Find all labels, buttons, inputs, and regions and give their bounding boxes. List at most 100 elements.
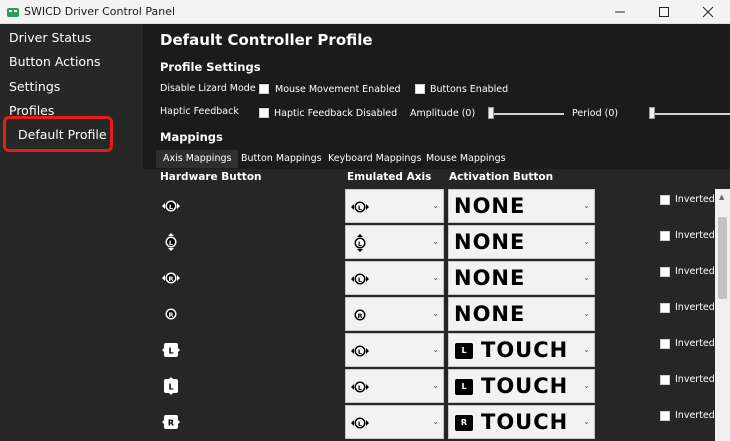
minimize-icon: [615, 11, 625, 13]
chevron-down-icon: ⌄: [583, 237, 590, 246]
title-bar: SWICD Driver Control Panel: [0, 0, 730, 24]
svg-text:R: R: [168, 275, 173, 283]
sidebar-item-default-profile[interactable]: Default Profile: [18, 127, 107, 142]
main-panel: Default Controller Profile Profile Setti…: [143, 24, 730, 441]
tab-axis-mappings[interactable]: Axis Mappings: [156, 150, 239, 168]
haptic-feedback-label: Haptic Feedback: [160, 106, 239, 117]
scroll-up-icon[interactable]: ▲: [719, 193, 724, 201]
left-stick-horizontal-icon: L: [350, 269, 370, 289]
maximize-icon: [659, 7, 669, 17]
scroll-thumb[interactable]: [718, 217, 727, 299]
chevron-down-icon: ⌄: [432, 309, 439, 318]
inverted-label: Inverted: [675, 266, 715, 277]
sidebar: Driver Status Button Actions Settings Pr…: [0, 24, 143, 441]
inverted-label: Inverted: [675, 302, 715, 313]
chevron-down-icon: ⌄: [432, 345, 439, 354]
emulated-axis-dropdown[interactable]: L ⌄: [345, 333, 444, 367]
trackpad-badge-icon: L: [455, 379, 473, 395]
activation-value: NONE: [454, 230, 526, 254]
trackpad-badge-icon: R: [455, 415, 473, 431]
activation-button-dropdown[interactable]: NONE ⌄: [448, 189, 595, 223]
emulated-axis-dropdown[interactable]: L ⌄: [345, 189, 444, 223]
haptic-disabled-checkbox[interactable]: [259, 108, 269, 118]
svg-text:L: L: [358, 204, 362, 212]
activation-button-header: Activation Button: [449, 171, 554, 183]
emulated-axis-dropdown[interactable]: L ⌄: [345, 405, 444, 439]
mouse-movement-checkbox[interactable]: [259, 84, 269, 94]
activation-value: NONE: [454, 194, 526, 218]
inverted-checkbox[interactable]: [660, 231, 670, 241]
activation-button-dropdown[interactable]: NONE ⌄: [448, 261, 595, 295]
amplitude-slider-thumb[interactable]: [488, 107, 494, 119]
activation-value: TOUCH: [481, 338, 569, 362]
inverted-checkbox[interactable]: [660, 303, 670, 313]
emulated-axis-dropdown[interactable]: L ⌄: [345, 369, 444, 403]
disable-lizard-label: Disable Lizard Mode: [160, 83, 256, 94]
minimize-button[interactable]: [598, 0, 642, 24]
left-stick-vertical-icon: L: [161, 232, 181, 252]
svg-text:R: R: [357, 312, 362, 320]
sidebar-item-settings[interactable]: Settings: [9, 79, 60, 94]
chevron-down-icon: ⌄: [432, 417, 439, 426]
tab-keyboard-mappings[interactable]: Keyboard Mappings: [321, 150, 428, 168]
emulated-axis-dropdown[interactable]: L ⌄: [345, 261, 444, 295]
inverted-checkbox[interactable]: [660, 411, 670, 421]
chevron-down-icon: ⌄: [583, 273, 590, 282]
window-title: SWICD Driver Control Panel: [24, 5, 176, 18]
chevron-down-icon: ⌄: [583, 417, 590, 426]
chevron-down-icon: ⌄: [432, 237, 439, 246]
chevron-down-icon: ⌄: [432, 381, 439, 390]
maximize-button[interactable]: [642, 0, 686, 24]
activation-button-dropdown[interactable]: L TOUCH ⌄: [448, 333, 595, 367]
table-row: R L ⌄ R TOUCH ⌄ Inverted: [143, 405, 730, 441]
chevron-down-icon: ⌄: [583, 309, 590, 318]
buttons-enabled-label: Buttons Enabled: [430, 84, 509, 95]
axis-mapping-grid: Hardware Button Emulated Axis Activation…: [143, 169, 730, 441]
inverted-label: Inverted: [675, 410, 715, 421]
amplitude-slider-track: [488, 113, 564, 115]
inverted-checkbox[interactable]: [660, 195, 670, 205]
left-trackpad-horizontal-icon: L: [161, 340, 181, 360]
scrollbar[interactable]: ▲: [715, 189, 730, 441]
svg-text:L: L: [358, 276, 362, 284]
period-slider-track: [649, 113, 730, 115]
svg-text:L: L: [358, 240, 362, 248]
table-row: R R ⌄ NONE ⌄ Inverted: [143, 297, 730, 333]
buttons-enabled-checkbox[interactable]: [415, 84, 425, 94]
tab-mouse-mappings[interactable]: Mouse Mappings: [419, 150, 513, 168]
sidebar-item-button-actions[interactable]: Button Actions: [9, 54, 101, 69]
svg-text:L: L: [358, 348, 362, 356]
inverted-label: Inverted: [675, 338, 715, 349]
chevron-down-icon: ⌄: [583, 381, 590, 390]
activation-button-dropdown[interactable]: L TOUCH ⌄: [448, 369, 595, 403]
inverted-label: Inverted: [675, 374, 715, 385]
activation-button-dropdown[interactable]: NONE ⌄: [448, 297, 595, 331]
svg-text:L: L: [168, 347, 173, 356]
left-stick-vertical-icon: L: [350, 233, 370, 253]
emulated-axis-dropdown[interactable]: L ⌄: [345, 225, 444, 259]
emulated-axis-header: Emulated Axis: [347, 171, 432, 183]
emulated-axis-dropdown[interactable]: R ⌄: [345, 297, 444, 331]
tab-button-mappings[interactable]: Button Mappings: [234, 150, 329, 168]
activation-value: NONE: [454, 302, 526, 326]
haptic-disabled-label: Haptic Feedback Disabled: [274, 108, 398, 119]
period-slider-thumb[interactable]: [649, 107, 655, 119]
table-row: R L ⌄ NONE ⌄ Inverted: [143, 261, 730, 297]
activation-button-dropdown[interactable]: R TOUCH ⌄: [448, 405, 595, 439]
hardware-button-header: Hardware Button: [160, 171, 262, 183]
chevron-down-icon: ⌄: [583, 201, 590, 210]
sidebar-item-driver-status[interactable]: Driver Status: [9, 30, 91, 45]
inverted-checkbox[interactable]: [660, 267, 670, 277]
inverted-label: Inverted: [675, 194, 715, 205]
close-button[interactable]: [686, 0, 730, 24]
inverted-checkbox[interactable]: [660, 375, 670, 385]
table-row: L L ⌄ NONE ⌄ Inverted: [143, 189, 730, 225]
left-stick-horizontal-icon: L: [350, 413, 370, 433]
inverted-checkbox[interactable]: [660, 339, 670, 349]
activation-button-dropdown[interactable]: NONE ⌄: [448, 225, 595, 259]
amplitude-label: Amplitude (0): [410, 108, 476, 119]
profile-settings-heading: Profile Settings: [160, 60, 261, 74]
mouse-movement-label: Mouse Movement Enabled: [275, 84, 401, 95]
close-icon: [702, 6, 714, 18]
left-stick-horizontal-icon: L: [350, 197, 370, 217]
